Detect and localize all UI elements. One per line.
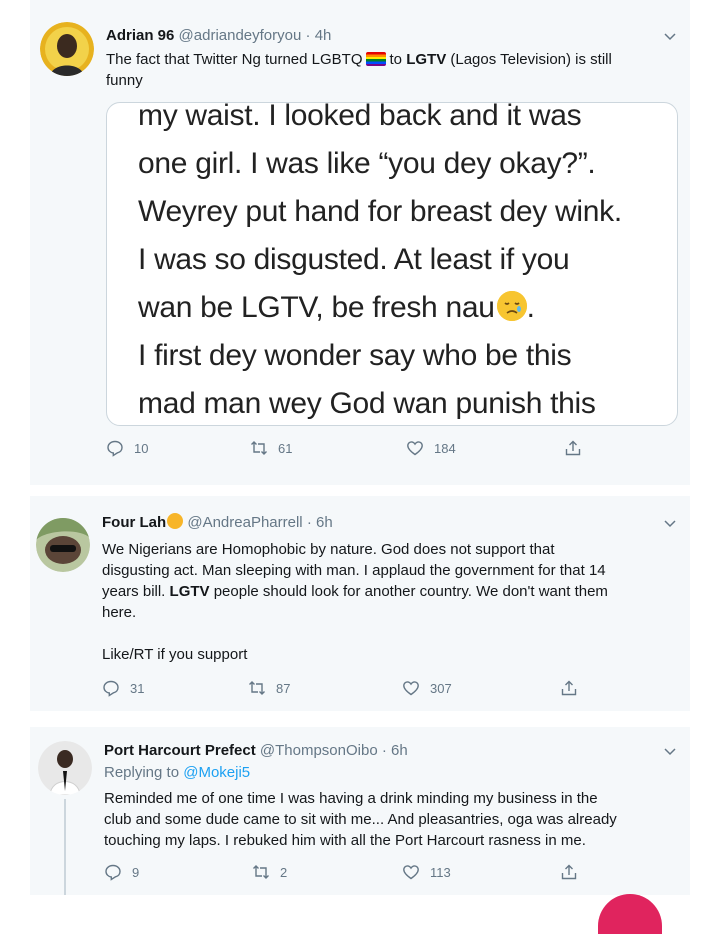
reply-icon (105, 864, 121, 881)
like-count: 307 (430, 680, 452, 696)
emoji-icon (167, 513, 184, 529)
tweet-actions: 10 61 184 (30, 436, 690, 460)
timestamp[interactable]: 4h (315, 27, 332, 44)
reply-icon (107, 440, 123, 457)
media-text-line: mad man wey God wan punish this (138, 387, 596, 420)
author-handle[interactable]: @AndreaPharrell (187, 514, 302, 531)
media-text-line: one girl. I was like “you dey okay?”. (138, 147, 596, 180)
text-line: disgusting act. Man sleeping with man. I… (102, 562, 606, 579)
separator: · (306, 514, 312, 531)
tweet-card[interactable]: Adrian 96 @adriandeyforyou · 4h The fact… (30, 0, 690, 485)
share-icon (565, 440, 581, 456)
media-text-line: wan be LGTV, be fresh nau . (138, 291, 535, 325)
text-part: to (389, 51, 403, 68)
replying-to: Replying to @Mokeji5 (104, 763, 250, 783)
tweet-card[interactable]: Four Lah @AndreaPharrell · 6h We Nigeria… (30, 496, 690, 711)
rainbow-flag-icon (365, 52, 386, 66)
like-button[interactable]: 184 (406, 436, 456, 460)
reply-count: 9 (132, 864, 140, 880)
text-line: years bill. LGTV people should look for … (102, 581, 687, 602)
tweet-text: We Nigerians are Homophobic by nature. G… (102, 539, 687, 665)
tweet-header: Four Lah @AndreaPharrell · 6h (102, 513, 333, 533)
reply-count: 10 (134, 440, 149, 456)
text-part: people should look for another country. … (213, 583, 608, 600)
text-part: The fact that Twitter Ng turned LGBTQ (106, 51, 363, 68)
tweet-actions: 9 2 113 (30, 860, 690, 884)
mention-link[interactable]: @Mokeji5 (183, 764, 250, 781)
author-name[interactable]: Adrian 96 (106, 27, 174, 44)
reply-button[interactable]: 10 (106, 436, 148, 460)
author-handle[interactable]: @adriandeyforyou (179, 27, 302, 44)
avatar[interactable] (36, 518, 90, 572)
reply-button[interactable]: 9 (104, 860, 139, 884)
tweet-media-image[interactable]: my waist. I looked back and it was one g… (106, 102, 678, 426)
like-count: 113 (430, 864, 451, 880)
text-line: Like/RT if you support (102, 646, 248, 663)
share-button[interactable] (560, 676, 578, 700)
reply-count: 31 (130, 680, 145, 696)
reply-icon (103, 680, 119, 697)
text-line: touching my laps. I rebuked him with all… (104, 832, 586, 849)
text-line: here. (102, 604, 137, 621)
media-text-line: Weyrey put hand for breast dey wink. (138, 195, 622, 228)
tweet-header: Adrian 96 @adriandeyforyou · 4h (106, 26, 331, 46)
media-text-line: I first dey wonder say who be this (138, 339, 572, 372)
text-part: (Lagos Television) is still (450, 51, 612, 68)
share-button[interactable] (560, 860, 578, 884)
share-button[interactable] (564, 436, 582, 460)
retweet-icon (251, 441, 267, 455)
avatar[interactable] (38, 741, 92, 795)
retweet-button[interactable]: 61 (250, 436, 292, 460)
chevron-down-icon[interactable] (662, 743, 678, 759)
share-icon (561, 680, 577, 696)
text-line: club and some dude came to sit with me..… (104, 811, 617, 828)
share-icon (561, 864, 577, 880)
retweet-icon (249, 681, 265, 695)
tweet-card[interactable]: Port Harcourt Prefect @ThompsonOibo · 6h… (30, 727, 690, 895)
compose-fab[interactable] (598, 894, 662, 934)
media-text-part: wan be LGTV, be fresh nau (138, 291, 495, 324)
text-part: years bill. (102, 583, 166, 600)
author-handle[interactable]: @ThompsonOibo (260, 742, 378, 759)
like-icon (407, 441, 423, 456)
reply-button[interactable]: 31 (102, 676, 144, 700)
avatar[interactable] (40, 22, 94, 76)
tweet-header: Port Harcourt Prefect @ThompsonOibo · 6h (104, 741, 408, 761)
separator: · (305, 27, 311, 44)
chevron-down-icon[interactable] (662, 28, 678, 44)
tweet-text: The fact that Twitter Ng turned LGBTQ to … (106, 49, 681, 91)
retweet-count: 61 (278, 440, 293, 456)
chevron-down-icon[interactable] (662, 515, 678, 531)
like-button[interactable]: 307 (402, 676, 452, 700)
text-bold: LGTV (406, 51, 447, 68)
media-text-line: my waist. I looked back and it was (138, 102, 582, 132)
retweet-button[interactable]: 87 (248, 676, 290, 700)
like-icon (403, 865, 419, 880)
tweet-text: Reminded me of one time I was having a d… (104, 788, 689, 851)
like-icon (403, 681, 419, 696)
retweet-icon (253, 865, 269, 879)
timestamp[interactable]: 6h (316, 514, 333, 531)
replying-label: Replying to (104, 764, 180, 781)
author-name[interactable]: Four Lah (102, 514, 166, 531)
media-text-line: I was so disgusted. At least if you (138, 243, 570, 276)
text-part: funny (106, 72, 143, 89)
text-line: Reminded me of one time I was having a d… (104, 790, 598, 807)
like-count: 184 (434, 440, 456, 456)
timestamp[interactable]: 6h (391, 742, 408, 759)
sad-face-emoji-icon (496, 291, 527, 321)
retweet-count: 2 (280, 864, 288, 880)
retweet-button[interactable]: 2 (252, 860, 287, 884)
media-text-part: . (526, 291, 535, 324)
retweet-count: 87 (276, 680, 291, 696)
author-name[interactable]: Port Harcourt Prefect (104, 742, 256, 759)
text-bold: LGTV (169, 583, 210, 600)
text-line: We Nigerians are Homophobic by nature. G… (102, 541, 555, 558)
separator: · (381, 742, 387, 759)
like-button[interactable]: 113 (402, 860, 451, 884)
tweet-actions: 31 87 307 (30, 676, 690, 700)
